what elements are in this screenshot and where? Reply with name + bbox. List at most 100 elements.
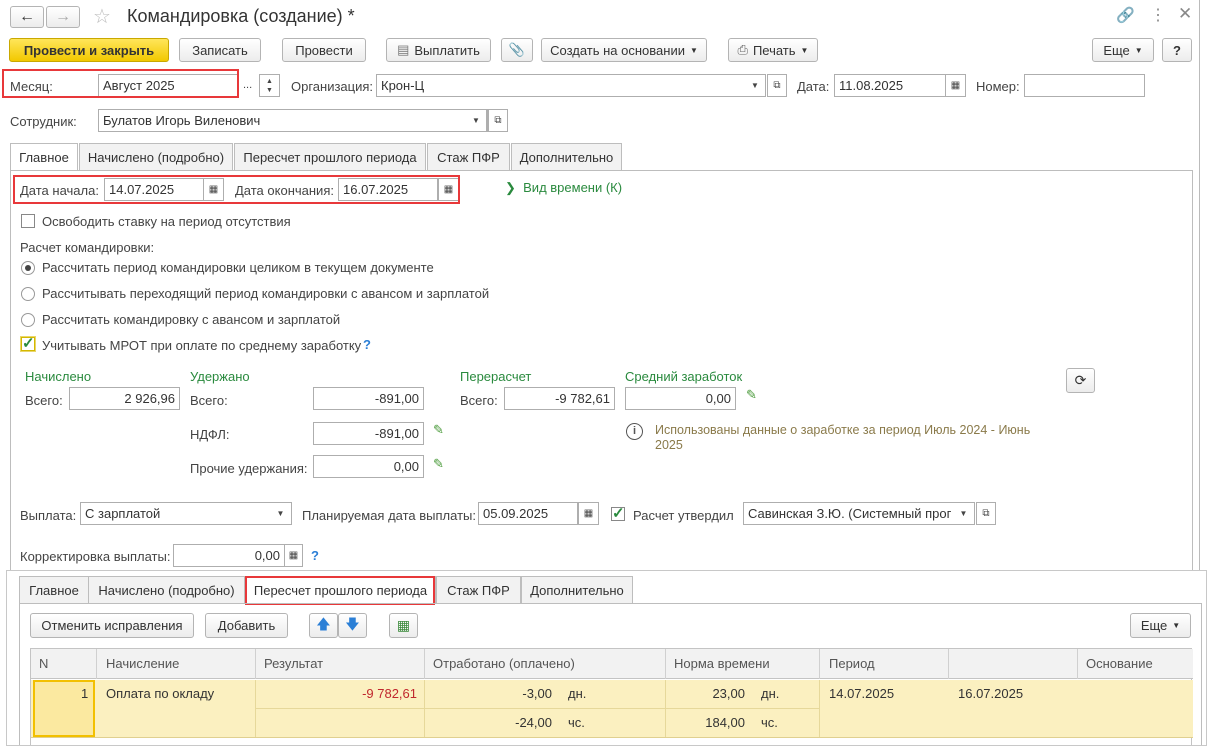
number-field[interactable] bbox=[1024, 74, 1145, 97]
planned-date-field[interactable]: 05.09.2025 bbox=[478, 502, 578, 525]
organization-field[interactable]: Крон-Ц bbox=[376, 74, 766, 97]
planned-date-label: Планируемая дата выплаты: bbox=[302, 508, 476, 523]
mrot-checkbox[interactable]: ✓ bbox=[20, 335, 36, 352]
adjust-payment-calc-button[interactable]: ▦ bbox=[284, 544, 303, 567]
col-header-accrual[interactable]: Начисление bbox=[106, 656, 179, 671]
col-header-result[interactable]: Результат bbox=[264, 656, 323, 671]
move-up-button[interactable]: 🡅 bbox=[309, 613, 338, 638]
row-period-start: 14.07.2025 bbox=[829, 686, 895, 701]
post-and-close-button[interactable]: Провести и закрыть bbox=[9, 38, 169, 62]
radio-with-advance-label: Рассчитать командировку с авансом и зарп… bbox=[42, 312, 341, 327]
payment-field[interactable]: С зарплатой bbox=[80, 502, 292, 525]
tab-additional[interactable]: Дополнительно bbox=[511, 143, 622, 171]
date-label: Дата: bbox=[797, 79, 830, 94]
approved-dropdown[interactable]: ▼ bbox=[953, 502, 975, 525]
payment-dropdown[interactable]: ▼ bbox=[270, 502, 292, 525]
panel-tab-recalculation[interactable]: Пересчет прошлого периода bbox=[245, 576, 436, 604]
col-header-n[interactable]: N bbox=[39, 656, 48, 671]
panel-more-button[interactable]: Еще ▼ bbox=[1130, 613, 1191, 638]
more-vertical-icon[interactable]: ⋮ bbox=[1150, 5, 1166, 25]
tab-recalculation[interactable]: Пересчет прошлого периода bbox=[234, 143, 426, 171]
move-down-button[interactable]: 🡇 bbox=[338, 613, 367, 638]
date-calendar-button[interactable]: ▦ bbox=[945, 74, 966, 97]
adjust-payment-field[interactable]: 0,00 bbox=[173, 544, 285, 567]
approved-open-button[interactable]: ⧉ bbox=[976, 502, 996, 525]
approved-checkbox[interactable]: ✓ bbox=[611, 505, 625, 522]
post-button[interactable]: Провести bbox=[282, 38, 366, 62]
cell-divider bbox=[819, 680, 820, 737]
end-date-field[interactable]: 16.07.2025 bbox=[338, 178, 438, 201]
col-header-basis[interactable]: Основание bbox=[1086, 656, 1153, 671]
time-type-link[interactable]: ❯ Вид времени (К) bbox=[505, 180, 622, 196]
help-button[interactable]: ? bbox=[1162, 38, 1192, 62]
col-header-period[interactable]: Период bbox=[829, 656, 875, 671]
ndfl-edit-pencil-icon[interactable]: ✎ bbox=[433, 422, 444, 438]
start-date-field[interactable]: 14.07.2025 bbox=[104, 178, 204, 201]
link-icon[interactable]: 🔗 bbox=[1116, 6, 1135, 24]
table-row[interactable]: 1 Оплата по окладу -9 782,61 -3,00 дн. -… bbox=[31, 680, 1193, 738]
radio-whole-period[interactable] bbox=[21, 261, 35, 275]
chevron-down-icon: ▼ bbox=[751, 81, 759, 90]
avg-earnings-field[interactable]: 0,00 bbox=[625, 387, 736, 410]
ndfl-field[interactable]: -891,00 bbox=[313, 422, 424, 445]
attachment-button[interactable]: 📎 bbox=[501, 38, 533, 62]
avg-edit-pencil-icon[interactable]: ✎ bbox=[746, 387, 757, 403]
panel-tab-pfr-experience[interactable]: Стаж ПФР bbox=[436, 576, 521, 604]
date-field[interactable]: 11.08.2025 bbox=[834, 74, 946, 97]
month-select-ellipsis[interactable]: ... bbox=[243, 79, 252, 91]
row-norm-hours-unit: чс. bbox=[761, 715, 778, 730]
adjust-help-icon[interactable]: ? bbox=[311, 548, 319, 563]
col-header-worked[interactable]: Отработано (оплачено) bbox=[433, 656, 575, 671]
create-based-button[interactable]: Создать на основании ▼ bbox=[541, 38, 707, 62]
organization-dropdown[interactable]: ▼ bbox=[745, 74, 766, 97]
other-withholdings-field[interactable]: 0,00 bbox=[313, 455, 424, 478]
mrot-help-icon[interactable]: ? bbox=[363, 337, 371, 352]
arrow-up-icon: 🡅 bbox=[316, 615, 331, 632]
row-norm-days-unit: дн. bbox=[761, 686, 780, 701]
recalc-total-field[interactable]: -9 782,61 bbox=[504, 387, 615, 410]
withheld-total-label: Всего: bbox=[190, 393, 228, 408]
approved-field[interactable]: Савинская З.Ю. (Системный прог bbox=[743, 502, 975, 525]
employee-dropdown[interactable]: ▼ bbox=[466, 109, 487, 132]
end-date-calendar-button[interactable]: ▦ bbox=[438, 178, 459, 201]
arrow-left-icon: ← bbox=[19, 8, 35, 25]
month-spinner[interactable]: ▲ ▼ bbox=[259, 74, 280, 97]
start-date-calendar-button[interactable]: ▦ bbox=[203, 178, 224, 201]
panel-tab-main[interactable]: Главное bbox=[19, 576, 89, 604]
accrued-total-field[interactable]: 2 926,96 bbox=[69, 387, 180, 410]
panel-tab-accrued-detailed[interactable]: Начислено (подробно) bbox=[88, 576, 245, 604]
forward-button[interactable]: → bbox=[46, 6, 80, 28]
withheld-total-field[interactable]: -891,00 bbox=[313, 387, 424, 410]
more-button[interactable]: Еще ▼ bbox=[1092, 38, 1154, 62]
radio-transition-period[interactable] bbox=[21, 287, 35, 301]
back-button[interactable]: ← bbox=[10, 6, 44, 28]
calendar-icon: ▦ bbox=[950, 80, 961, 91]
chevron-down-icon: ▼ bbox=[1134, 45, 1143, 55]
employee-open-button[interactable]: ⧉ bbox=[488, 109, 508, 132]
radio-with-advance[interactable] bbox=[21, 313, 35, 327]
panel-tab-additional[interactable]: Дополнительно bbox=[521, 576, 633, 604]
other-edit-pencil-icon[interactable]: ✎ bbox=[433, 456, 444, 472]
refresh-button[interactable]: ⟳ bbox=[1066, 368, 1095, 393]
tab-pfr-experience[interactable]: Стаж ПФР bbox=[427, 143, 510, 171]
table-settings-button[interactable]: ▦ bbox=[389, 613, 418, 638]
month-field[interactable]: Август 2025 bbox=[98, 74, 238, 97]
tab-accrued-detailed[interactable]: Начислено (подробно) bbox=[79, 143, 233, 171]
tab-main[interactable]: Главное bbox=[10, 143, 78, 171]
favorite-star-icon[interactable]: ☆ bbox=[93, 4, 111, 29]
open-icon: ⧉ bbox=[773, 80, 781, 91]
print-button[interactable]: ⎙ Печать ▼ bbox=[728, 38, 818, 62]
cancel-corrections-button[interactable]: Отменить исправления bbox=[30, 613, 194, 638]
add-row-button[interactable]: Добавить bbox=[205, 613, 288, 638]
organization-open-button[interactable]: ⧉ bbox=[767, 74, 787, 97]
start-date-label: Дата начала: bbox=[20, 183, 99, 198]
employee-field[interactable]: Булатов Игорь Виленович bbox=[98, 109, 488, 132]
month-label: Месяц: bbox=[10, 79, 53, 94]
planned-date-calendar-button[interactable]: ▦ bbox=[578, 502, 599, 525]
employee-label: Сотрудник: bbox=[10, 114, 77, 129]
pay-button[interactable]: ▤ Выплатить bbox=[386, 38, 491, 62]
free-rate-checkbox[interactable] bbox=[21, 214, 35, 228]
save-button[interactable]: Записать bbox=[179, 38, 261, 62]
close-icon[interactable]: ✕ bbox=[1178, 4, 1192, 24]
col-header-norm[interactable]: Норма времени bbox=[674, 656, 770, 671]
